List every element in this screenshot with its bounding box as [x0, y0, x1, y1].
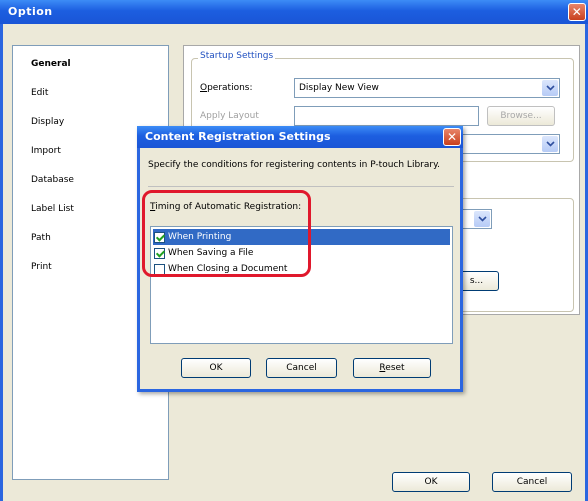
timing-label: Timing of Automatic Registration:	[150, 202, 302, 212]
list-item-when-printing[interactable]: When Printing	[153, 229, 450, 245]
operations-value: Display New View	[299, 83, 379, 93]
sidebar-item-display[interactable]: Display	[31, 115, 64, 129]
dialog-ok-button[interactable]: OK	[181, 358, 251, 378]
sidebar-item-import[interactable]: Import	[31, 144, 61, 158]
window-title-bar: Option ✕	[0, 0, 588, 24]
content-registration-dialog: Content Registration Settings ✕ Specify …	[137, 126, 463, 392]
window-title: Option	[8, 5, 53, 18]
close-icon[interactable]: ✕	[568, 3, 586, 21]
sidebar-item-general[interactable]: General	[31, 57, 71, 71]
list-item-when-saving[interactable]: When Saving a File	[153, 245, 450, 261]
list-item-when-closing[interactable]: When Closing a Document	[153, 261, 450, 277]
operations-select[interactable]: Display New View	[294, 78, 560, 98]
dialog-title-bar: Content Registration Settings ✕	[137, 126, 463, 148]
ok-button[interactable]: OK	[392, 472, 470, 492]
option-label: When Saving a File	[168, 248, 254, 258]
browse-button[interactable]: Browse...	[487, 106, 555, 126]
option-label: When Printing	[168, 232, 232, 242]
checkbox-unchecked-icon[interactable]	[154, 263, 165, 275]
sidebar-item-edit[interactable]: Edit	[31, 86, 48, 100]
sidebar-item-label-list[interactable]: Label List	[31, 202, 74, 216]
apply-layout-label: Apply Layout	[200, 111, 259, 121]
checkbox-checked-icon[interactable]	[154, 231, 165, 243]
cancel-button[interactable]: Cancel	[492, 472, 572, 492]
chevron-down-icon[interactable]	[542, 136, 558, 152]
operations-label: Operations:	[200, 83, 253, 93]
checkbox-checked-icon[interactable]	[154, 247, 165, 259]
sidebar-item-print[interactable]: Print	[31, 260, 52, 274]
startup-settings-title: Startup Settings	[198, 51, 276, 61]
option-label: When Closing a Document	[168, 264, 288, 274]
chevron-down-icon[interactable]	[542, 80, 558, 96]
dialog-title: Content Registration Settings	[145, 130, 331, 143]
chevron-down-icon[interactable]	[474, 211, 490, 227]
sidebar-item-path[interactable]: Path	[31, 231, 51, 245]
timing-options-list: When Printing When Saving a File When Cl…	[150, 226, 453, 344]
close-icon[interactable]: ✕	[443, 128, 461, 146]
dialog-description: Specify the conditions for registering c…	[148, 160, 440, 170]
dialog-cancel-button[interactable]: Cancel	[266, 358, 337, 378]
apply-layout-field[interactable]	[294, 106, 479, 126]
dialog-separator	[148, 186, 454, 187]
dialog-reset-button[interactable]: Reset	[353, 358, 431, 378]
sidebar-item-database[interactable]: Database	[31, 173, 74, 187]
